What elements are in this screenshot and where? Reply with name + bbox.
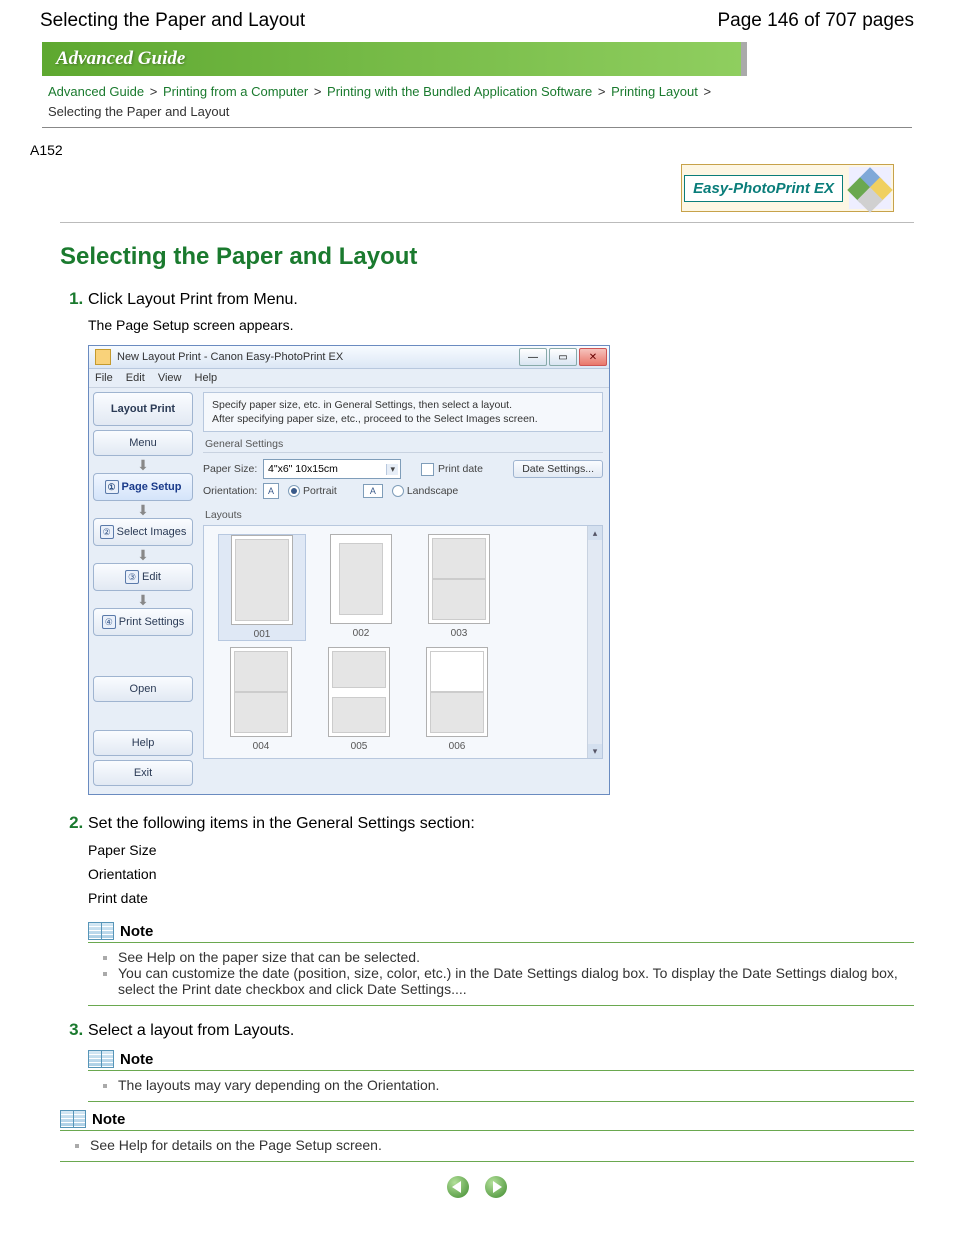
sidebar-menu-button[interactable]: Menu [93, 430, 193, 456]
landscape-radio-label: Landscape [407, 485, 458, 497]
minimize-button[interactable]: — [519, 348, 547, 366]
breadcrumb-sep: > [598, 84, 606, 99]
step-2: Set the following items in the General S… [88, 813, 914, 1006]
advanced-guide-banner: Advanced Guide [42, 42, 747, 76]
note-title: Note [120, 923, 153, 940]
portrait-radio-label: Portrait [303, 485, 337, 497]
step-1: Click Layout Print from Menu. The Page S… [88, 289, 914, 795]
layout-thumb[interactable]: 005 [316, 647, 402, 752]
menu-file[interactable]: File [95, 372, 113, 384]
sidebar-layout-print[interactable]: Layout Print [93, 392, 193, 426]
heading-main: Selecting the Paper and Layout [60, 243, 934, 271]
layout-thumb[interactable]: 006 [414, 647, 500, 752]
next-page-button[interactable] [485, 1176, 507, 1198]
note-item: You can customize the date (position, si… [118, 965, 914, 997]
note-icon [88, 922, 114, 940]
layout-thumb[interactable]: 004 [218, 647, 304, 752]
step-3: Select a layout from Layouts. Note The l… [88, 1020, 914, 1162]
product-logo-icon [849, 167, 891, 209]
note-icon [88, 1050, 114, 1068]
note-icon [60, 1110, 86, 1128]
product-logo-text: Easy-PhotoPrint EX [684, 175, 843, 202]
portrait-radio[interactable] [288, 485, 300, 497]
layout-thumb[interactable]: 002 [318, 534, 404, 641]
instruction-box: Specify paper size, etc. in General Sett… [203, 392, 603, 432]
menu-help[interactable]: Help [195, 372, 218, 384]
scroll-down-icon[interactable]: ▾ [588, 744, 602, 758]
breadcrumb-sep: > [314, 84, 322, 99]
breadcrumb-sep: > [150, 84, 158, 99]
menu-edit[interactable]: Edit [126, 372, 145, 384]
portrait-icon: A [263, 483, 279, 499]
layouts-heading: Layouts [205, 509, 603, 521]
app-window: New Layout Print - Canon Easy-PhotoPrint… [88, 345, 610, 795]
sidebar-help-button[interactable]: Help [93, 730, 193, 756]
page-title: Selecting the Paper and Layout [40, 10, 305, 32]
step-1-text: Click Layout Print from Menu. [88, 291, 298, 308]
chevron-down-icon: ▾ [386, 464, 398, 475]
arrow-down-icon: ⬇ [93, 505, 193, 515]
prev-page-button[interactable] [447, 1176, 469, 1198]
close-button[interactable]: ✕ [579, 348, 607, 366]
breadcrumb-sep: > [703, 84, 711, 99]
titlebar: New Layout Print - Canon Easy-PhotoPrint… [89, 346, 609, 369]
app-sidebar: Layout Print Menu ⬇ ①Page Setup ⬇ ②Selec… [89, 388, 197, 794]
layout-thumb[interactable]: 003 [416, 534, 502, 641]
breadcrumb: Advanced Guide > Printing from a Compute… [48, 82, 934, 121]
note-item: See Help on the paper size that can be s… [118, 949, 914, 965]
layout-thumb[interactable]: 001 [218, 534, 306, 641]
orientation-label: Orientation: [203, 485, 263, 497]
note-item: See Help for details on the Page Setup s… [90, 1137, 914, 1153]
date-settings-button[interactable]: Date Settings... [513, 460, 603, 478]
print-date-checkbox[interactable] [421, 463, 434, 476]
arrow-down-icon: ⬇ [93, 550, 193, 560]
note-block: Note See Help on the paper size that can… [88, 920, 914, 1006]
step-2-text: Set the following items in the General S… [88, 815, 475, 832]
note-title: Note [92, 1111, 125, 1128]
landscape-icon: A [363, 484, 383, 498]
print-date-label: Print date [438, 463, 483, 475]
sidebar-open-button[interactable]: Open [93, 676, 193, 702]
sidebar-step-edit[interactable]: ③Edit [93, 563, 193, 591]
menubar: File Edit View Help [89, 369, 609, 388]
general-settings-heading: General Settings [205, 438, 603, 450]
note-block: Note The layouts may vary depending on t… [88, 1048, 914, 1102]
landscape-radio[interactable] [392, 485, 404, 497]
scrollbar[interactable]: ▴ ▾ [587, 526, 602, 758]
paper-size-label: Paper Size: [203, 463, 263, 475]
arrow-down-icon: ⬇ [93, 595, 193, 605]
window-title: New Layout Print - Canon Easy-PhotoPrint… [117, 351, 517, 363]
sidebar-exit-button[interactable]: Exit [93, 760, 193, 786]
step-3-text: Select a layout from Layouts. [88, 1022, 294, 1039]
note-item: The layouts may vary depending on the Or… [118, 1077, 914, 1093]
sidebar-step-select-images[interactable]: ②Select Images [93, 518, 193, 546]
step-2-item: Print date [88, 887, 914, 911]
breadcrumb-link-printing-computer[interactable]: Printing from a Computer [163, 84, 308, 99]
breadcrumb-link-printing-layout[interactable]: Printing Layout [611, 84, 698, 99]
page-indicator: Page 146 of 707 pages [717, 10, 914, 32]
product-logo-box: Easy-PhotoPrint EX [681, 164, 894, 212]
sidebar-step-page-setup[interactable]: ①Page Setup [93, 473, 193, 501]
step-2-item: Orientation [88, 863, 914, 887]
scroll-up-icon[interactable]: ▴ [588, 526, 602, 540]
breadcrumb-link-bundled-software[interactable]: Printing with the Bundled Application So… [327, 84, 592, 99]
maximize-button[interactable]: ▭ [549, 348, 577, 366]
menu-view[interactable]: View [158, 372, 182, 384]
note-title: Note [120, 1051, 153, 1068]
layouts-panel: 001 002 003 [203, 525, 603, 759]
breadcrumb-current: Selecting the Paper and Layout [48, 104, 229, 119]
reference-code: A152 [30, 142, 934, 158]
app-icon [95, 349, 111, 365]
step-2-item: Paper Size [88, 839, 914, 863]
arrow-down-icon: ⬇ [93, 460, 193, 470]
step-1-sub: The Page Setup screen appears. [88, 317, 914, 333]
paper-size-select[interactable]: 4"x6" 10x15cm ▾ [263, 459, 401, 479]
note-block: Note See Help for details on the Page Se… [60, 1108, 914, 1162]
sidebar-step-print-settings[interactable]: ④Print Settings [93, 608, 193, 636]
breadcrumb-link-advanced-guide[interactable]: Advanced Guide [48, 84, 144, 99]
